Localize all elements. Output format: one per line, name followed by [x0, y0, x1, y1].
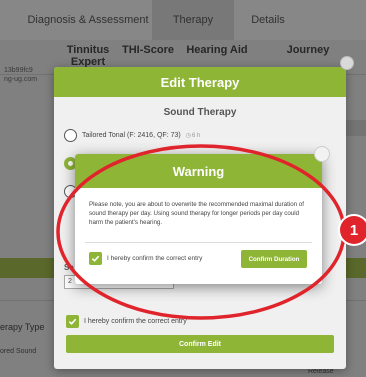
edit-confirm-checkbox-row[interactable]: I hereby confirm the correct entry	[66, 315, 187, 328]
warning-dialog: Warning Please note, you are about to ov…	[75, 154, 322, 284]
checkmark-icon	[68, 318, 77, 325]
radio-button[interactable]	[64, 129, 77, 142]
annotation-badge: 1	[340, 216, 366, 244]
confirm-label: I hereby confirm the correct entry	[84, 318, 187, 325]
warning-close-icon[interactable]	[314, 146, 330, 162]
confirm-duration-button[interactable]: Confirm Duration	[241, 250, 307, 268]
confirm-edit-button[interactable]: Confirm Edit	[66, 335, 334, 353]
warning-confirm-checkbox-row[interactable]: I hereby confirm the correct entry	[89, 252, 202, 265]
confirm-checkbox[interactable]	[89, 252, 102, 265]
edit-dialog-close-icon[interactable]	[340, 56, 354, 70]
warning-message: Please note, you are about to overwrite …	[89, 201, 304, 226]
duration-select-label: Se	[64, 263, 74, 272]
divider	[85, 242, 312, 243]
option-tailored-tonal[interactable]: Tailored Tonal (F: 2416, QF: 73) ◷ 6 h	[64, 129, 200, 142]
confirm-label: I hereby confirm the correct entry	[107, 255, 203, 262]
warning-title: Warning	[75, 154, 322, 188]
clock-icon: ◷	[185, 133, 191, 139]
confirm-checkbox[interactable]	[66, 315, 79, 328]
option-label: Tailored Tonal (F: 2416, QF: 73)	[82, 132, 181, 139]
checkmark-icon	[91, 255, 100, 262]
duration-tag: 6 h	[191, 132, 201, 139]
sound-therapy-heading: Sound Therapy	[163, 107, 237, 118]
edit-therapy-title: Edit Therapy	[54, 67, 346, 97]
